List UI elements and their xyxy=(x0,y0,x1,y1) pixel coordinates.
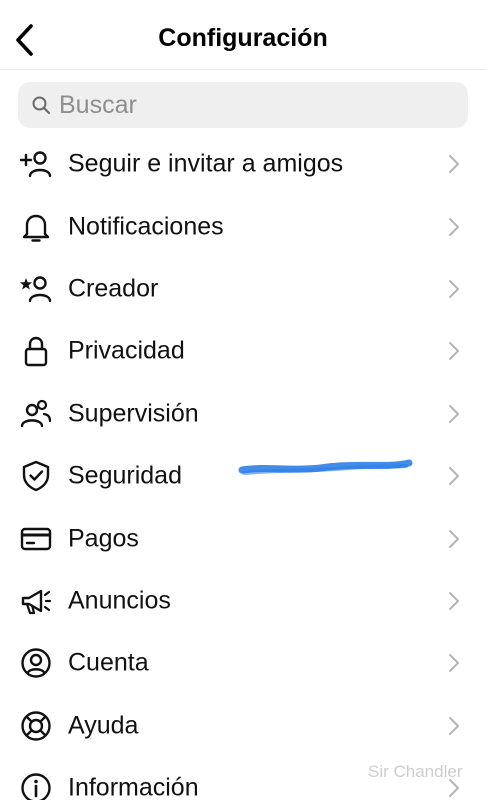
search-icon xyxy=(31,95,51,115)
chevron-right-icon xyxy=(446,216,462,238)
credit-card-icon xyxy=(19,522,53,556)
menu-item-privacy[interactable]: Privacidad xyxy=(0,320,486,382)
menu-item-creator[interactable]: Creador xyxy=(0,258,486,320)
chevron-right-icon xyxy=(446,590,462,612)
chevron-right-icon xyxy=(446,340,462,362)
watermark: Sir Chandler xyxy=(368,762,463,781)
menu-item-follow-invite[interactable]: Seguir e invitar a amigos xyxy=(0,133,486,195)
chevron-right-icon xyxy=(446,652,462,674)
redaction-scribble xyxy=(238,459,413,475)
menu-item-ads[interactable]: Anuncios xyxy=(0,570,486,632)
chevron-right-icon xyxy=(446,715,462,737)
menu-item-account[interactable]: Cuenta xyxy=(0,632,486,694)
shield-check-icon xyxy=(19,459,53,493)
chevron-right-icon xyxy=(446,528,462,550)
search-bar[interactable] xyxy=(18,82,468,128)
settings-screen: Configuración Seguir e invitar a amigos xyxy=(0,0,486,800)
account-circle-icon xyxy=(19,646,53,680)
menu-item-help[interactable]: Ayuda xyxy=(0,695,486,757)
menu-item-label: Cuenta xyxy=(68,648,149,677)
creator-star-person-icon xyxy=(19,272,53,306)
menu-item-label: Ayuda xyxy=(68,711,139,740)
menu-item-notifications[interactable]: Notificaciones xyxy=(0,195,486,257)
chevron-right-icon xyxy=(446,278,462,300)
page-title: Configuración xyxy=(158,24,328,52)
menu-item-supervision[interactable]: Supervisión xyxy=(0,383,486,445)
header: Configuración xyxy=(0,0,486,70)
menu-item-label: Creador xyxy=(68,274,159,303)
menu-item-payments[interactable]: Pagos xyxy=(0,507,486,569)
chevron-right-icon xyxy=(446,403,462,425)
menu-item-label: Pagos xyxy=(68,524,139,553)
megaphone-icon xyxy=(19,584,53,618)
menu-item-label: Anuncios xyxy=(68,586,171,615)
search-input[interactable] xyxy=(59,90,439,120)
menu-item-label: Información xyxy=(68,773,199,800)
info-icon xyxy=(19,771,53,800)
menu-item-label: Seguir e invitar a amigos xyxy=(68,149,344,178)
add-person-icon xyxy=(19,147,53,181)
lock-icon xyxy=(19,334,53,368)
menu-item-label: Supervisión xyxy=(68,399,199,428)
chevron-right-icon xyxy=(446,465,462,487)
bell-icon xyxy=(19,210,53,244)
people-icon xyxy=(19,397,53,431)
menu-item-label: Privacidad xyxy=(68,336,185,365)
chevron-right-icon xyxy=(446,153,462,175)
menu-item-label: Notificaciones xyxy=(68,212,224,241)
lifebuoy-icon xyxy=(19,709,53,743)
menu-item-label: Seguridad xyxy=(68,461,182,490)
